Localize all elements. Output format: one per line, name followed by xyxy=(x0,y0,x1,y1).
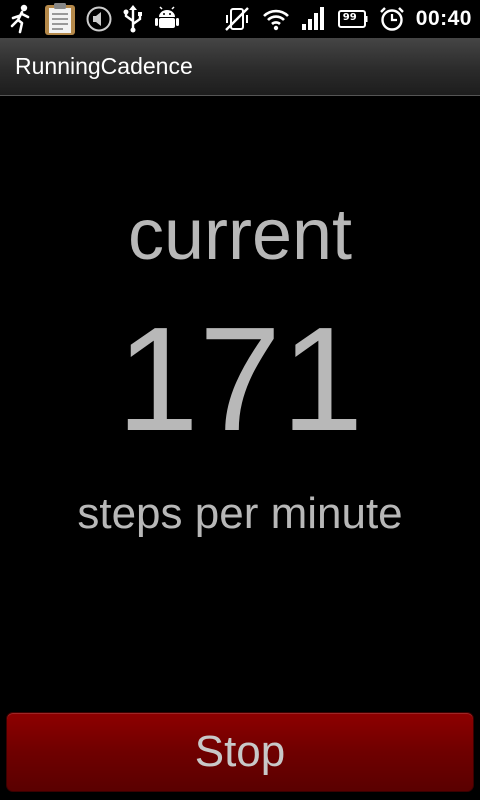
app-title: RunningCadence xyxy=(15,53,193,79)
battery-icon: 99 xyxy=(337,9,368,29)
stop-button[interactable]: Stop xyxy=(6,712,474,792)
sound-off-icon xyxy=(86,6,112,32)
battery-level-text: 99 xyxy=(342,12,357,23)
status-bar: 99 00:40 xyxy=(0,0,480,38)
current-label: current xyxy=(127,195,353,275)
android-debug-icon xyxy=(154,6,180,32)
title-bar: RunningCadence xyxy=(0,38,480,96)
vibrate-off-icon xyxy=(223,5,251,33)
cadence-value: 171 xyxy=(116,297,364,462)
status-clock: 00:40 xyxy=(415,7,472,30)
clipboard-icon xyxy=(44,2,76,36)
stop-button-label: Stop xyxy=(194,727,286,776)
runner-icon xyxy=(8,4,34,34)
wifi-icon xyxy=(262,7,290,31)
usb-icon xyxy=(122,5,144,33)
alarm-clock-icon xyxy=(379,6,405,32)
signal-icon xyxy=(301,7,327,31)
cadence-unit-label: steps per minute xyxy=(77,489,403,538)
